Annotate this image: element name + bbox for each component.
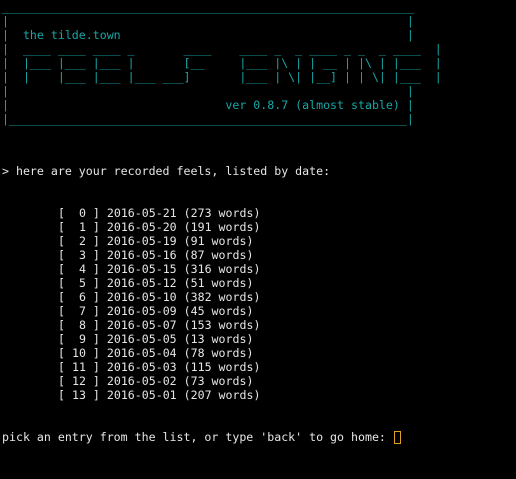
list-item[interactable]: [ 5 ] 2016-05-12 (51 words)	[58, 276, 253, 290]
list-item[interactable]: [ 10 ] 2016-05-04 (78 words)	[58, 346, 253, 360]
banner-logo-row-3: | | |___ |___ |___ ___] |___ | \| |__] |…	[2, 70, 442, 84]
list-item[interactable]: [ 12 ] 2016-05-02 (73 words)	[58, 374, 253, 388]
entry-input-prompt: pick an entry from the list, or type 'ba…	[2, 430, 393, 444]
banner-subtitle: | the tilde.town |	[2, 28, 414, 42]
banner-line-bottom: |_______________________________________…	[2, 112, 414, 126]
list-item[interactable]: [ 3 ] 2016-05-16 (87 words)	[58, 248, 253, 262]
banner-logo-row-1: | ____ ____ ____ _ ____ ____ _ _ ____ _ …	[2, 42, 442, 56]
list-item[interactable]: [ 7 ] 2016-05-09 (45 words)	[58, 304, 253, 318]
terminal-window: { "banner": { "lines": [ "______________…	[0, 0, 516, 479]
entry-input-line[interactable]: pick an entry from the list, or type 'ba…	[2, 430, 401, 444]
banner-logo-row-2: | |___ |___ |___ | [__ |___ |\ | | __ | …	[2, 56, 442, 70]
list-item[interactable]: [ 0 ] 2016-05-21 (273 words)	[58, 206, 260, 220]
feels-list-header: > here are your recorded feels, listed b…	[2, 164, 331, 178]
list-item[interactable]: [ 13 ] 2016-05-01 (207 words)	[58, 388, 260, 402]
list-item[interactable]: [ 1 ] 2016-05-20 (191 words)	[58, 220, 260, 234]
banner-line-top: ________________________________________…	[2, 0, 414, 14]
list-item[interactable]: [ 8 ] 2016-05-07 (153 words)	[58, 318, 260, 332]
list-item[interactable]: [ 9 ] 2016-05-05 (13 words)	[58, 332, 253, 346]
list-item[interactable]: [ 4 ] 2016-05-15 (316 words)	[58, 262, 260, 276]
list-item[interactable]: [ 11 ] 2016-05-03 (115 words)	[58, 360, 260, 374]
banner-line-blank-2: | |	[2, 84, 414, 98]
list-item[interactable]: [ 6 ] 2016-05-10 (382 words)	[58, 290, 260, 304]
banner-line-blank: | |	[2, 14, 414, 28]
banner-version: | ver 0.8.7 (almost stable) |	[2, 98, 414, 112]
list-item[interactable]: [ 2 ] 2016-05-19 (91 words)	[58, 234, 253, 248]
text-cursor[interactable]	[393, 431, 401, 444]
